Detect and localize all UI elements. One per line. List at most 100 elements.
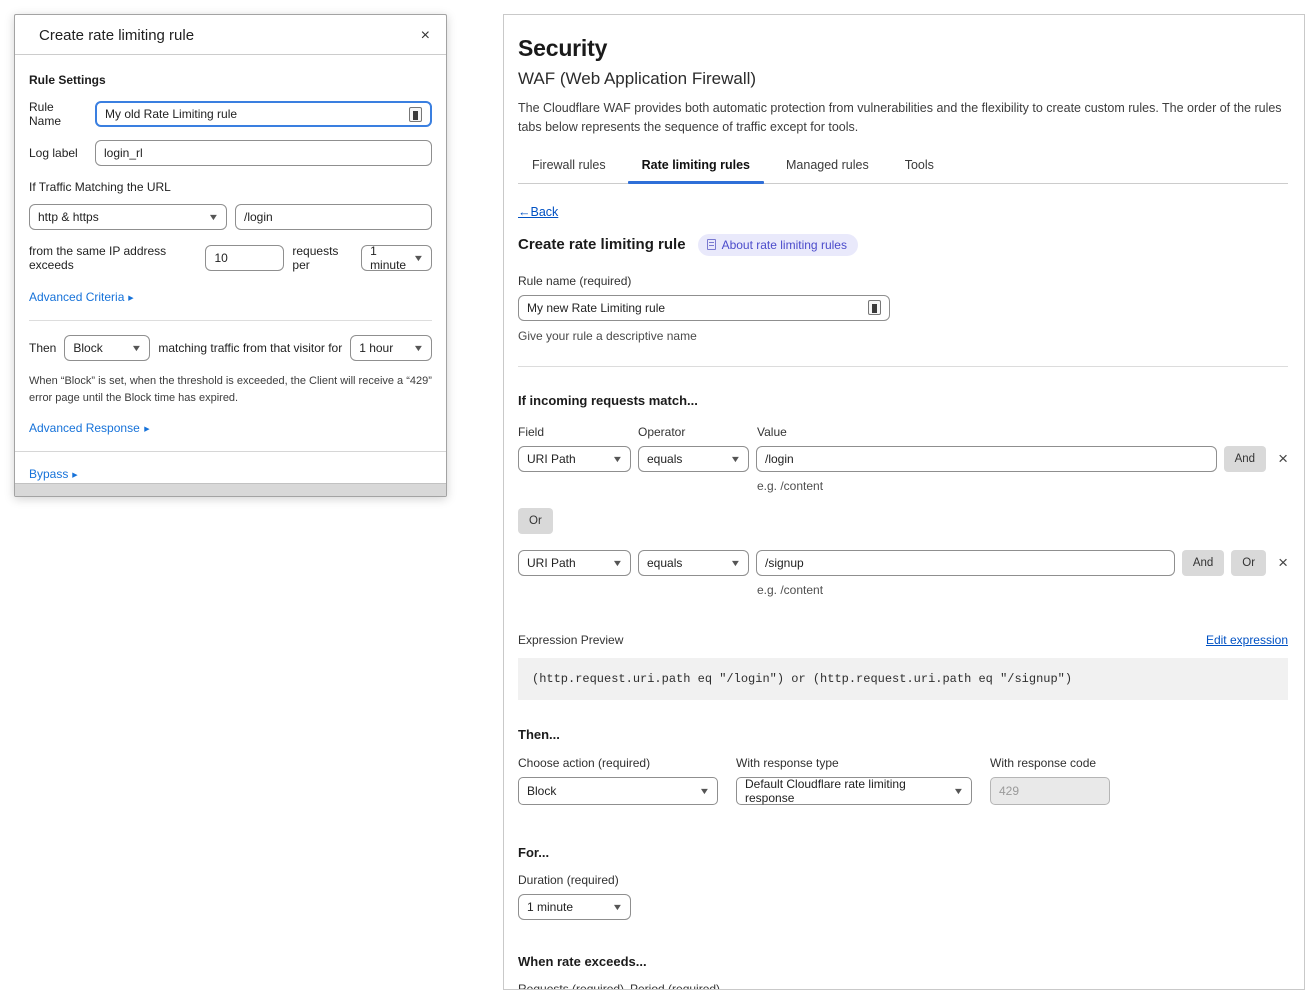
autofill-icon[interactable] bbox=[868, 300, 881, 315]
chevron-down-icon: ▼ bbox=[953, 786, 965, 796]
threshold-prefix-text: from the same IP address exceeds bbox=[29, 244, 197, 272]
waf-tabs: Firewall rules Rate limiting rules Manag… bbox=[518, 158, 1288, 184]
value-hint: e.g. /content bbox=[757, 479, 1288, 493]
tab-tools[interactable]: Tools bbox=[905, 158, 934, 183]
duration-label: Duration (required) bbox=[518, 873, 1288, 887]
rule-name-input[interactable] bbox=[95, 101, 432, 127]
close-icon[interactable]: × bbox=[421, 28, 430, 44]
rule-settings-heading: Rule Settings bbox=[29, 73, 432, 87]
response-type-select[interactable]: Default Cloudflare rate limiting respons… bbox=[736, 777, 972, 805]
duration-select[interactable]: 1 minute ▼ bbox=[518, 894, 631, 920]
disclosure-triangle-icon: ▶ bbox=[129, 293, 135, 301]
period-label: Period (required) bbox=[630, 982, 720, 990]
page-title: Security bbox=[518, 35, 1288, 62]
tab-managed-rules[interactable]: Managed rules bbox=[786, 158, 869, 183]
action-select[interactable]: Block ▼ bbox=[64, 335, 150, 361]
match-heading: If incoming requests match... bbox=[518, 393, 1288, 408]
rule-name-helper: Give your rule a descriptive name bbox=[518, 329, 1288, 343]
remove-condition-icon[interactable]: × bbox=[1278, 450, 1288, 467]
divider bbox=[518, 366, 1288, 367]
about-rate-limiting-badge[interactable]: About rate limiting rules bbox=[698, 234, 858, 256]
rate-heading: When rate exceeds... bbox=[518, 954, 1288, 969]
advanced-criteria-link[interactable]: Advanced Criteria ▶ bbox=[29, 290, 135, 304]
then-heading: Then... bbox=[518, 727, 1288, 742]
dialog-header: Create rate limiting rule × bbox=[15, 15, 446, 55]
chevron-down-icon: ▼ bbox=[699, 786, 711, 796]
autofill-icon[interactable] bbox=[409, 107, 422, 122]
response-type-label: With response type bbox=[736, 756, 972, 770]
remove-condition-icon[interactable]: × bbox=[1278, 554, 1288, 571]
chevron-down-icon: ▼ bbox=[413, 253, 425, 263]
field-select[interactable]: URI Path ▼ bbox=[518, 446, 631, 472]
value-hint: e.g. /content bbox=[757, 583, 1288, 597]
waf-description: The Cloudflare WAF provides both automat… bbox=[518, 99, 1288, 138]
then-label: Then bbox=[29, 341, 56, 355]
period-select[interactable]: 1 minute ▼ bbox=[361, 245, 432, 271]
log-label-label: Log label bbox=[29, 146, 87, 160]
chevron-down-icon: ▼ bbox=[612, 902, 624, 912]
divider bbox=[29, 320, 432, 321]
edit-expression-link[interactable]: Edit expression bbox=[1206, 633, 1288, 647]
rule-name-input-text[interactable] bbox=[527, 301, 868, 315]
response-code-label: With response code bbox=[990, 756, 1110, 770]
operator-select[interactable]: equals ▼ bbox=[638, 550, 749, 576]
rule-name-input-text[interactable] bbox=[105, 107, 409, 121]
url-input-text[interactable] bbox=[244, 210, 423, 224]
response-code-input: 429 bbox=[990, 777, 1110, 805]
expression-preview-label: Expression Preview bbox=[518, 633, 623, 647]
operator-column-label: Operator bbox=[638, 425, 757, 439]
then-middle-text: matching traffic from that visitor for bbox=[158, 341, 342, 355]
chevron-down-icon: ▼ bbox=[208, 212, 220, 222]
back-link[interactable]: ←Back bbox=[518, 205, 558, 219]
requests-count-input-text[interactable] bbox=[214, 251, 275, 265]
page-subtitle: WAF (Web Application Firewall) bbox=[518, 69, 1288, 89]
action-select[interactable]: Block ▼ bbox=[518, 777, 718, 805]
back-arrow-icon: ← bbox=[518, 205, 531, 219]
disclosure-triangle-icon: ▶ bbox=[73, 471, 79, 479]
rule-name-label: Rule name (required) bbox=[518, 274, 1288, 288]
for-heading: For... bbox=[518, 845, 1288, 860]
dialog-title: Create rate limiting rule bbox=[39, 27, 194, 44]
advanced-response-link[interactable]: Advanced Response ▶ bbox=[29, 421, 150, 435]
scheme-select[interactable]: http & https ▼ bbox=[29, 204, 227, 230]
value-input-text[interactable] bbox=[765, 556, 1166, 570]
block-note-text: When “Block” is set, when the threshold … bbox=[29, 373, 432, 407]
tab-firewall-rules[interactable]: Firewall rules bbox=[532, 158, 606, 183]
chevron-down-icon: ▼ bbox=[612, 558, 624, 568]
chevron-down-icon: ▼ bbox=[612, 454, 624, 464]
requests-count-input[interactable] bbox=[205, 245, 284, 271]
value-input[interactable] bbox=[756, 446, 1217, 472]
value-input-text[interactable] bbox=[765, 452, 1208, 466]
block-duration-select[interactable]: 1 hour ▼ bbox=[350, 335, 432, 361]
tab-rate-limiting-rules[interactable]: Rate limiting rules bbox=[642, 158, 750, 183]
document-icon bbox=[707, 239, 716, 250]
bypass-link[interactable]: Bypass ▶ bbox=[29, 467, 79, 481]
and-button[interactable]: And bbox=[1224, 446, 1266, 472]
requests-label: Requests (required) bbox=[518, 982, 630, 990]
chevron-down-icon: ▼ bbox=[413, 343, 425, 353]
form-title: Create rate limiting rule bbox=[518, 236, 686, 253]
chevron-down-icon: ▼ bbox=[730, 558, 742, 568]
log-label-input-text[interactable] bbox=[104, 146, 423, 160]
url-input[interactable] bbox=[235, 204, 432, 230]
or-connector-button[interactable]: Or bbox=[518, 508, 553, 534]
value-input[interactable] bbox=[756, 550, 1175, 576]
requests-per-text: requests per bbox=[292, 244, 353, 272]
field-column-label: Field bbox=[518, 425, 638, 439]
disclosure-triangle-icon: ▶ bbox=[144, 425, 150, 433]
and-button[interactable]: And bbox=[1182, 550, 1224, 576]
chevron-down-icon: ▼ bbox=[730, 454, 742, 464]
or-button[interactable]: Or bbox=[1231, 550, 1266, 576]
condition-row: URI Path ▼ equals ▼ And Or × bbox=[518, 550, 1288, 576]
condition-row: URI Path ▼ equals ▼ And × bbox=[518, 446, 1288, 472]
waf-security-panel: Security WAF (Web Application Firewall) … bbox=[503, 14, 1305, 990]
log-label-input[interactable] bbox=[95, 140, 432, 166]
rule-name-label: Rule Name bbox=[29, 100, 87, 128]
value-column-label: Value bbox=[757, 425, 787, 439]
field-select[interactable]: URI Path ▼ bbox=[518, 550, 631, 576]
choose-action-label: Choose action (required) bbox=[518, 756, 718, 770]
expression-preview-code: (http.request.uri.path eq "/login") or (… bbox=[518, 658, 1288, 700]
rule-name-input[interactable] bbox=[518, 295, 890, 321]
operator-select[interactable]: equals ▼ bbox=[638, 446, 749, 472]
dialog-footer: Cancel Save as Draft bbox=[15, 483, 446, 497]
